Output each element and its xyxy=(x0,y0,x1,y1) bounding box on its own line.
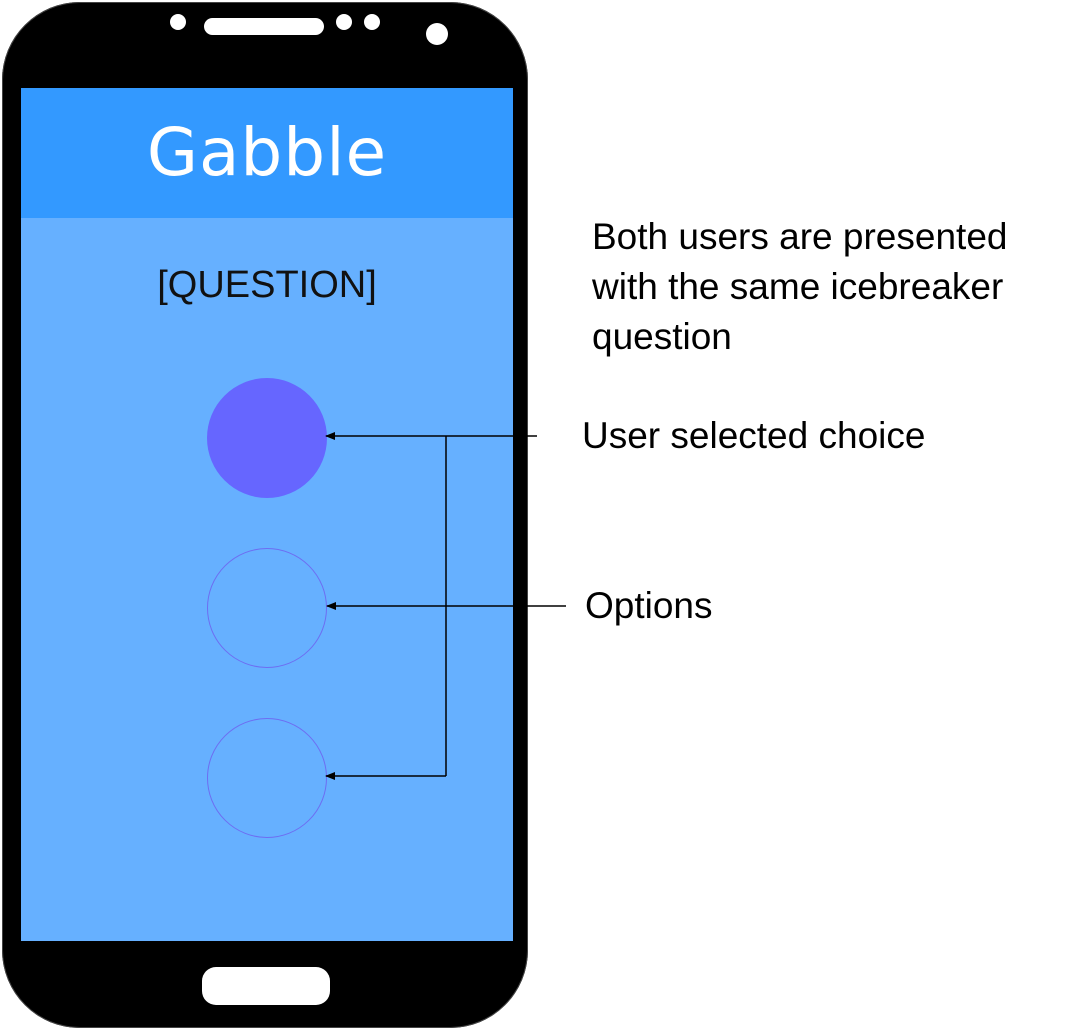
home-button[interactable] xyxy=(202,967,330,1005)
option-selected[interactable] xyxy=(207,378,327,498)
phone-frame: Gabble [QUESTION] xyxy=(2,2,528,1028)
app-title-bar: Gabble xyxy=(21,88,513,218)
annotation-presented: Both users are presented with the same i… xyxy=(592,212,1007,362)
earpiece-speaker xyxy=(204,18,324,35)
sensor-dot xyxy=(364,14,380,30)
sensor-dot xyxy=(336,14,352,30)
annotation-selected-choice: User selected choice xyxy=(582,415,926,456)
sensor-dot xyxy=(170,14,186,30)
phone-screen: Gabble [QUESTION] xyxy=(21,88,513,941)
option-unselected[interactable] xyxy=(207,718,327,838)
annotation-options: Options xyxy=(585,585,713,626)
annotation-presented-line-1: Both users are presented xyxy=(592,216,1008,257)
question-text: [QUESTION] xyxy=(157,264,377,306)
annotation-presented-line-2: with the same icebreaker xyxy=(592,266,1004,307)
option-unselected[interactable] xyxy=(207,548,327,668)
front-camera xyxy=(426,23,448,45)
annotation-presented-line-3: question xyxy=(592,316,732,357)
